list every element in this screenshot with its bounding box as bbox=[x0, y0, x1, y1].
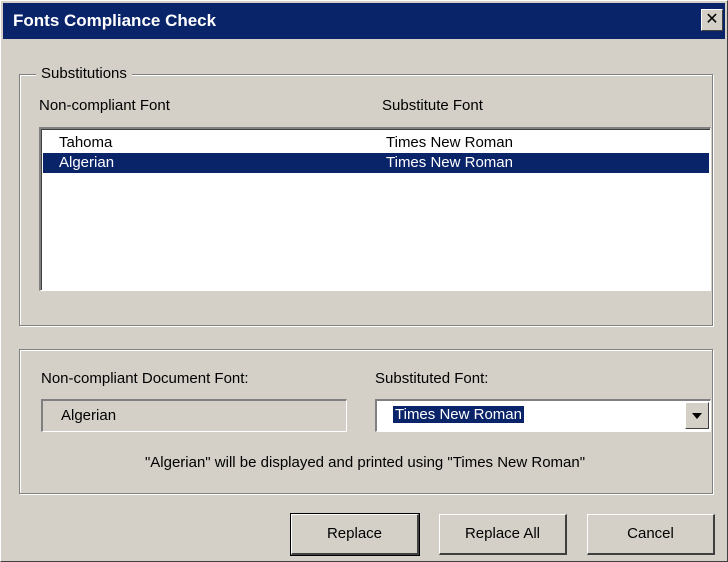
list-item-selected[interactable]: Algerian Times New Roman bbox=[43, 153, 709, 173]
document-font-label: Non-compliant Document Font: bbox=[41, 370, 249, 387]
close-icon: ✕ bbox=[705, 11, 719, 28]
document-font-field: Algerian bbox=[41, 399, 347, 432]
replace-button[interactable]: Replace bbox=[290, 513, 420, 556]
substituted-font-label: Substituted Font: bbox=[375, 370, 489, 387]
substitution-message: "Algerian" will be displayed and printed… bbox=[144, 454, 586, 471]
replace-all-button[interactable]: Replace All bbox=[439, 514, 567, 555]
substitutions-list[interactable]: Tahoma Times New Roman Algerian Times Ne… bbox=[39, 127, 711, 291]
column-header-substitute-font: Substitute Font bbox=[382, 97, 483, 114]
list-item-font: Tahoma bbox=[59, 134, 113, 151]
close-button[interactable]: ✕ bbox=[701, 9, 723, 31]
document-font-value: Algerian bbox=[61, 407, 117, 424]
dialog-title: Fonts Compliance Check bbox=[13, 11, 217, 30]
cancel-button[interactable]: Cancel bbox=[587, 514, 715, 555]
substituted-font-dropdown[interactable]: Times New Roman bbox=[375, 399, 711, 432]
list-item-substitute: Times New Roman bbox=[386, 154, 513, 171]
list-item-substitute: Times New Roman bbox=[386, 134, 513, 151]
title-bar[interactable]: Fonts Compliance Check ✕ bbox=[3, 3, 725, 39]
chevron-down-icon[interactable] bbox=[685, 402, 709, 429]
substituted-font-value: Times New Roman bbox=[393, 406, 524, 423]
column-header-noncompliant-font: Non-compliant Font bbox=[39, 97, 170, 114]
fonts-compliance-dialog: Fonts Compliance Check ✕ Substitutions N… bbox=[0, 0, 728, 562]
list-item-font: Algerian bbox=[59, 154, 115, 171]
substitutions-legend: Substitutions bbox=[36, 65, 132, 82]
list-item[interactable]: Tahoma Times New Roman bbox=[43, 133, 709, 153]
